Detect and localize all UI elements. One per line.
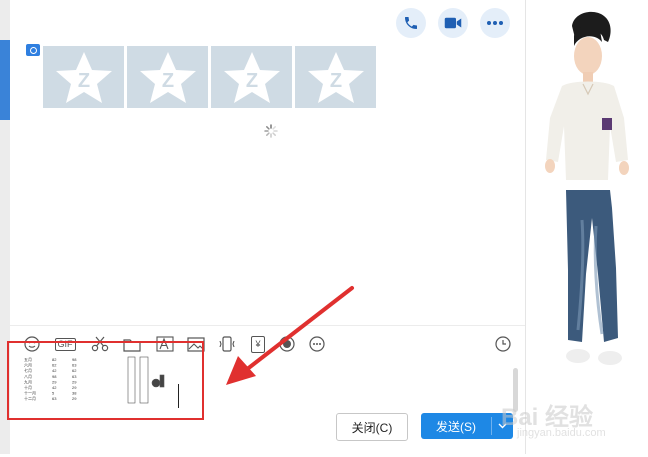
chat-window: Z Z Z Z GIF ¥ 五月 82 98 六月 62 63 七月 42 62… [7, 0, 525, 454]
sender-avatar-icon[interactable] [26, 44, 40, 56]
avatar-show-panel [525, 0, 648, 454]
voice-call-button[interactable] [396, 8, 426, 38]
send-button-label: 发送(S) [436, 419, 476, 434]
close-button[interactable]: 关闭(C) [336, 413, 408, 441]
image-placeholder[interactable]: Z [211, 46, 292, 108]
video-camera-icon [444, 17, 462, 29]
image-placeholder[interactable]: Z [43, 46, 124, 108]
avatar-figure-image [545, 11, 629, 365]
image-placeholder[interactable]: Z [127, 46, 208, 108]
red-packet-icon[interactable]: ¥ [248, 335, 268, 353]
watermark: Bai 经验 jingyan.baidu.com [497, 395, 647, 443]
loading-spinner-icon [264, 124, 278, 138]
more-options-icon[interactable] [307, 335, 327, 353]
qq-star-icon: Z [139, 52, 196, 103]
text-caret [178, 384, 179, 408]
shake-icon[interactable] [217, 335, 237, 353]
qq-star-icon: Z [223, 52, 280, 103]
more-dots-icon [487, 21, 503, 25]
left-accent-bar [0, 40, 10, 120]
svg-text:Z: Z [161, 70, 173, 92]
music-icon[interactable] [277, 335, 297, 353]
annotation-highlight-box [7, 341, 204, 420]
svg-text:Z: Z [245, 70, 257, 92]
svg-text:Z: Z [329, 70, 341, 92]
red-packet-label: ¥ [251, 335, 265, 353]
more-button[interactable] [480, 8, 510, 38]
video-call-button[interactable] [438, 8, 468, 38]
qq-star-icon: Z [55, 52, 112, 103]
clock-icon[interactable] [493, 335, 513, 353]
image-placeholder[interactable]: Z [295, 46, 376, 108]
phone-icon [405, 17, 417, 29]
qq-star-icon: Z [307, 52, 364, 103]
watermark-url: jingyan.baidu.com [517, 427, 606, 439]
svg-text:Z: Z [77, 70, 89, 92]
